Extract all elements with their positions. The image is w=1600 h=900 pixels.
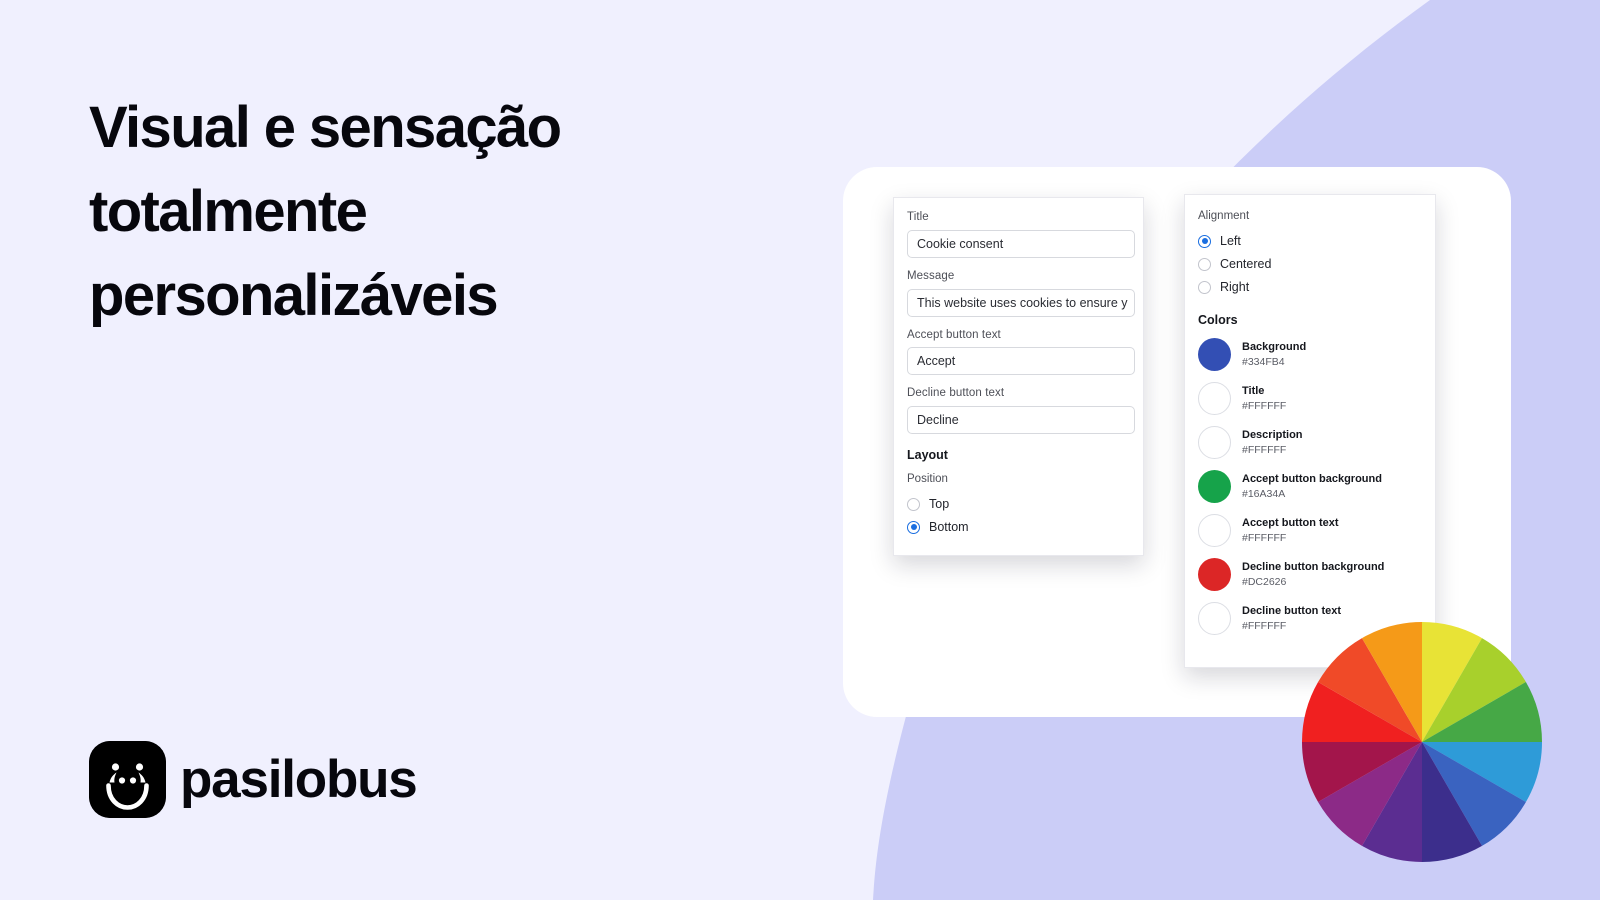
position-label: Position [907,473,948,486]
color-swatch-accept-button-background[interactable] [1198,469,1231,503]
colors-section-heading: Colors [1198,312,1238,327]
appearance-settings-panel: Alignment Left Centered Right Colors Bac… [1184,194,1436,668]
radio-alignment-centered-label: Centered [1220,257,1272,272]
color-swatch-background[interactable] [1198,337,1231,371]
color-row-description[interactable]: Description #FFFFFF [1198,425,1435,459]
field-accept-button-text: Accept button text Accept [907,329,1135,376]
color-name-accept-button-background: Accept button background [1242,472,1382,485]
field-decline-button-text-label: Decline button text [907,387,1005,400]
radio-position-bottom-label: Bottom [929,520,969,535]
color-name-background: Background [1242,340,1307,353]
color-row-decline-button-background[interactable]: Decline button background #DC2626 [1198,557,1435,591]
radio-alignment-centered[interactable]: Centered [1198,253,1435,276]
radio-alignment-right-indicator[interactable] [1198,280,1211,294]
field-message: Message This website uses cookies to ens… [907,270,1135,317]
title-input[interactable]: Cookie consent [907,229,1135,258]
radio-alignment-centered-indicator[interactable] [1198,257,1211,271]
color-name-accept-button-text: Accept button text [1242,516,1339,529]
color-name-decline-button-text: Decline button text [1242,604,1342,617]
radio-position-top[interactable]: Top [907,493,1143,516]
color-hex-accept-button-text: #FFFFFF [1242,531,1287,544]
layout-section-heading: Layout [907,448,948,463]
radio-alignment-left[interactable]: Left [1198,230,1435,253]
color-hex-description: #FFFFFF [1242,443,1287,456]
color-swatch-description[interactable] [1198,425,1231,459]
color-swatch-decline-button-background[interactable] [1198,557,1231,591]
color-row-accept-button-background[interactable]: Accept button background #16A34A [1198,469,1435,503]
color-row-background[interactable]: Background #334FB4 [1198,337,1435,371]
page-title: Visual e sensação totalmente personalizá… [89,95,562,328]
alignment-label: Alignment [1198,210,1250,222]
radio-position-top-indicator[interactable] [907,497,920,511]
field-title-label: Title [907,211,929,223]
field-title: Title Cookie consent [907,211,1135,258]
content-settings-panel: Title Cookie consent Message This websit… [893,197,1144,556]
radio-position-bottom[interactable]: Bottom [907,516,1143,539]
field-accept-button-text-label: Accept button text [907,328,1001,341]
message-input[interactable]: This website uses cookies to ensure y [907,288,1135,317]
smiley-face-icon [89,741,166,818]
decline-button-text-input[interactable]: Decline [907,406,1135,435]
accept-button-text-input[interactable]: Accept [907,347,1135,376]
color-row-title[interactable]: Title #FFFFFF [1198,381,1435,415]
radio-position-top-label: Top [929,497,950,512]
radio-alignment-left-label: Left [1220,234,1241,249]
color-wheel-icon [1302,622,1542,862]
color-swatch-accept-button-text[interactable] [1198,513,1231,547]
page-root: Visual e sensação totalmente personalizá… [0,0,1600,900]
radio-alignment-left-indicator[interactable] [1198,234,1211,248]
color-swatch-decline-button-text[interactable] [1198,601,1231,635]
radio-alignment-right[interactable]: Right [1198,276,1435,299]
color-name-decline-button-background: Decline button background [1242,560,1385,573]
color-name-description: Description [1242,428,1303,441]
brand-lockup: pasilobus [89,741,418,818]
color-name-title: Title [1242,384,1265,397]
field-message-label: Message [907,269,955,282]
radio-position-bottom-indicator[interactable] [907,520,920,534]
brand-name: pasilobus [180,750,418,809]
color-hex-decline-button-background: #DC2626 [1242,575,1287,588]
field-decline-button-text: Decline button text Decline [907,387,1135,435]
color-hex-title: #FFFFFF [1242,399,1287,412]
radio-alignment-right-label: Right [1220,280,1250,295]
color-swatch-title[interactable] [1198,381,1231,415]
color-row-accept-button-text[interactable]: Accept button text #FFFFFF [1198,513,1435,547]
color-hex-background: #334FB4 [1242,355,1285,368]
color-hex-accept-button-background: #16A34A [1242,487,1286,500]
